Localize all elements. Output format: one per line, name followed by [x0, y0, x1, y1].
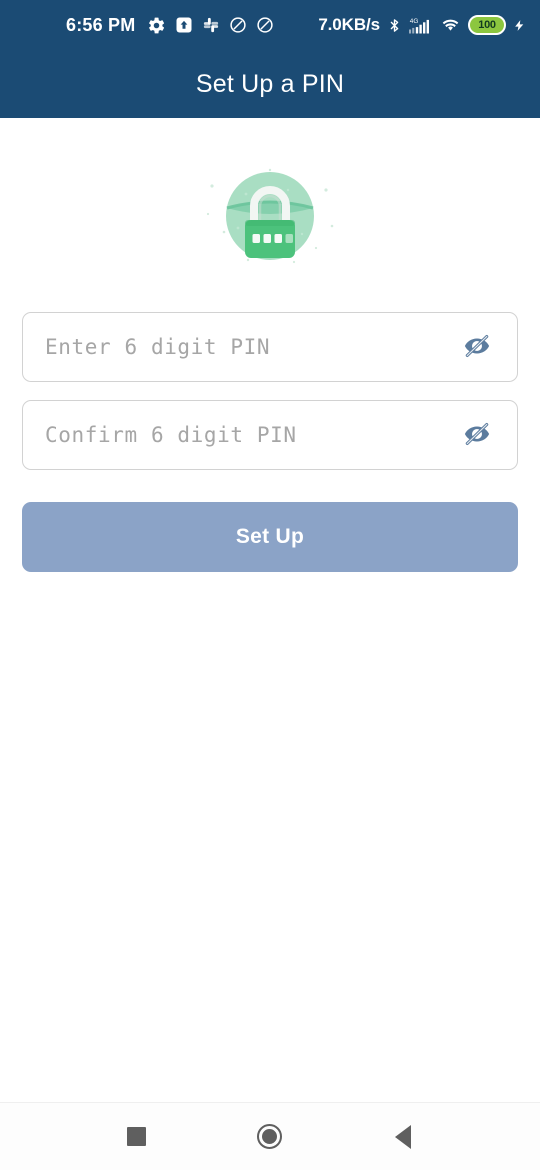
pin-form: Set Up	[0, 312, 540, 572]
status-bar-clock: 6:56 PM	[66, 14, 136, 35]
status-bar: 6:56 PM 7.0KB/s 4G 100	[0, 0, 540, 50]
circle-icon	[257, 1124, 283, 1149]
slack-icon	[202, 16, 220, 34]
padlock-illustration	[190, 156, 350, 276]
nav-home-button[interactable]	[242, 1109, 298, 1165]
page-title: Set Up a PIN	[195, 69, 345, 98]
charging-bolt-icon	[513, 16, 526, 35]
eye-off-icon	[462, 331, 492, 364]
confirm-pin-input[interactable]	[45, 423, 455, 447]
pin-visibility-toggle-button[interactable]	[455, 325, 499, 369]
hero-section	[0, 118, 540, 312]
status-bar-right: 7.0KB/s 4G 100	[318, 15, 526, 35]
square-icon	[127, 1127, 147, 1146]
nav-recents-button[interactable]	[109, 1109, 165, 1165]
circle-dot-icon	[262, 1129, 278, 1144]
setup-button[interactable]: Set Up	[22, 502, 518, 572]
confirm-pin-visibility-toggle-button[interactable]	[455, 413, 499, 457]
main-content: Set Up	[0, 118, 540, 1170]
do-not-disturb-icon	[229, 16, 247, 34]
eye-off-icon	[462, 419, 492, 452]
app-bar: Set Up a PIN	[0, 50, 540, 118]
do-not-disturb-icon	[256, 16, 274, 34]
status-bar-left: 6:56 PM	[66, 15, 274, 36]
upload-box-icon	[175, 16, 193, 34]
pin-input[interactable]	[45, 335, 455, 359]
triangle-back-icon	[395, 1124, 412, 1149]
bluetooth-icon	[387, 16, 402, 35]
network-speed-label: 7.0KB/s	[318, 15, 380, 34]
nav-back-button[interactable]	[375, 1109, 431, 1165]
svg-text:4G: 4G	[410, 18, 419, 25]
confirm-pin-field-row[interactable]	[22, 400, 518, 470]
pin-field-row[interactable]	[22, 312, 518, 382]
battery-level-label: 100	[478, 18, 496, 31]
android-nav-bar	[0, 1102, 540, 1170]
settings-gear-icon	[147, 16, 166, 35]
battery-icon: 100	[468, 15, 506, 35]
wifi-icon	[440, 16, 461, 34]
cellular-signal-icon: 4G	[409, 16, 433, 35]
